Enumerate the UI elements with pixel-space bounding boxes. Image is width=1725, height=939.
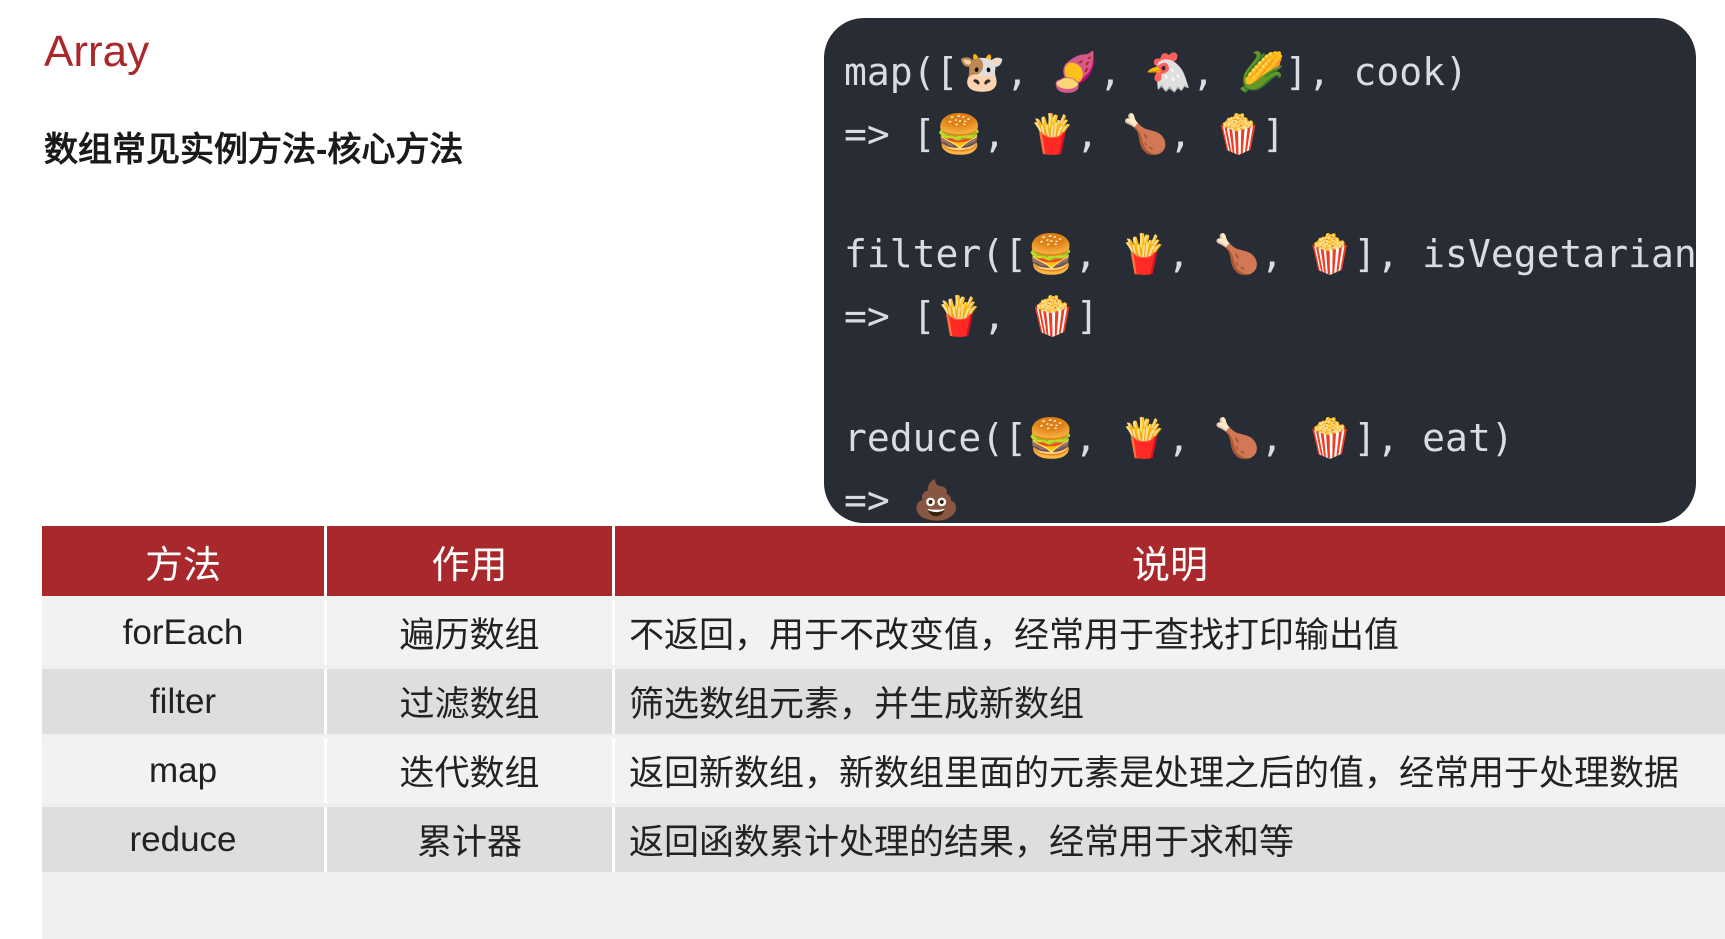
code-line-filter: filter([🍔, 🍟, 🍗, 🍿], isVegetarian) [844, 232, 1696, 276]
method-purpose: 累计器 [327, 807, 615, 872]
method-description: 筛选数组元素，并生成新数组 [629, 685, 1085, 724]
page-subtitle: 数组常见实例方法-核心方法 [44, 131, 464, 169]
method-description: 返回函数累计处理的结果，经常用于求和等 [629, 823, 1295, 862]
table-row: forEach 遍历数组 不返回，用于不改变值，经常用于查找打印输出值 [42, 600, 1725, 665]
method-purpose: 过滤数组 [327, 669, 615, 734]
code-line-map-result: => [🍔, 🍟, 🍗, 🍿] [844, 112, 1285, 156]
code-line-map: map([🐮, 🍠, 🐔, 🌽], cook) [844, 50, 1468, 94]
method-purpose: 遍历数组 [327, 600, 615, 665]
header-description: 说明 [1131, 544, 1208, 587]
header-method: 方法 [42, 526, 327, 596]
table-row: map 迭代数组 返回新数组，新数组里面的元素是处理之后的值，经常用于处理数据 [42, 738, 1725, 803]
table-row: reduce 累计器 返回函数累计处理的结果，经常用于求和等 [42, 807, 1725, 872]
header-purpose: 作用 [327, 526, 615, 596]
code-example-panel: map([🐮, 🍠, 🐔, 🌽], cook) => [🍔, 🍟, 🍗, 🍿] … [824, 18, 1696, 523]
method-name: reduce [42, 807, 327, 872]
table-header-row: 方法 作用 说明 [42, 526, 1725, 596]
code-line-reduce-result: => 💩 [844, 478, 960, 522]
method-name: forEach [42, 600, 327, 665]
page-title: Array [44, 27, 150, 76]
code-line-reduce: reduce([🍔, 🍟, 🍗, 🍿], eat) [844, 416, 1514, 460]
method-name: map [42, 738, 327, 803]
method-purpose: 迭代数组 [327, 738, 615, 803]
method-description: 返回新数组，新数组里面的元素是处理之后的值，经常用于处理数据 [629, 754, 1680, 793]
method-name: filter [42, 669, 327, 734]
method-description: 不返回，用于不改变值，经常用于查找打印输出值 [629, 616, 1400, 655]
methods-table: 方法 作用 说明 forEach 遍历数组 不返回，用于不改变值，经常用于查找打… [42, 526, 1725, 939]
table-row: filter 过滤数组 筛选数组元素，并生成新数组 [42, 669, 1725, 734]
code-line-filter-result: => [🍟, 🍿] [844, 294, 1099, 338]
